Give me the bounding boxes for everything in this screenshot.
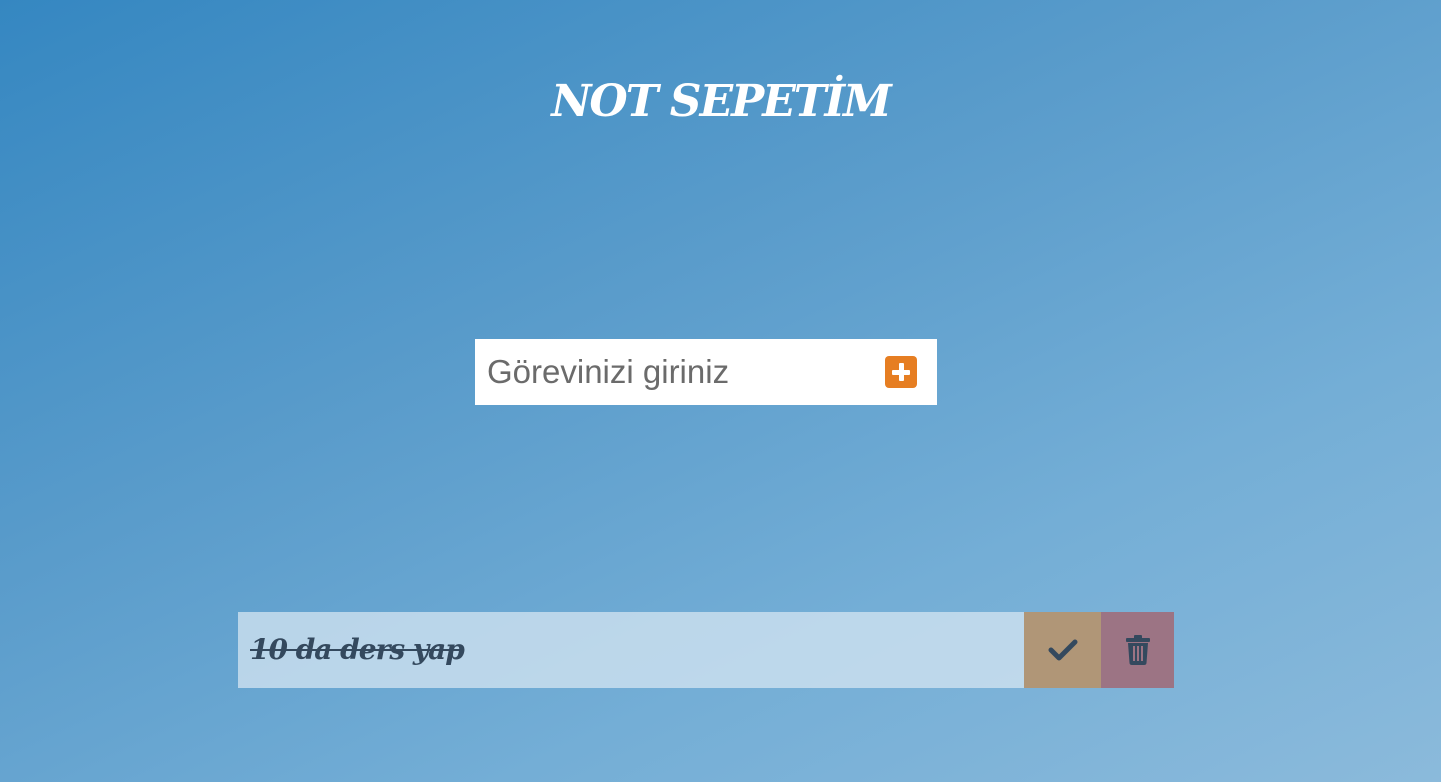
check-icon [1048, 639, 1077, 661]
todo-text: 10 da ders yap [238, 612, 1024, 688]
todo-form [475, 339, 937, 405]
app-title: NOT SEPETİM [551, 76, 892, 127]
todo-item: 10 da ders yap [238, 612, 1174, 688]
delete-button[interactable] [1101, 612, 1174, 688]
task-input[interactable] [475, 339, 867, 405]
trash-icon [1125, 635, 1150, 665]
add-task-button[interactable] [885, 356, 917, 388]
complete-button[interactable] [1024, 612, 1101, 688]
